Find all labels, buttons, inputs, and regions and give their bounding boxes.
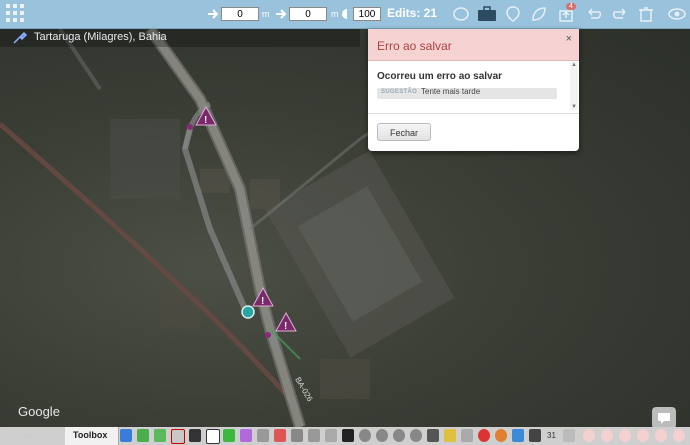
- top-toolbar: m m Edits: 21 4: [0, 0, 690, 29]
- toolbox-label: Toolbox: [73, 430, 108, 440]
- warning-marker[interactable]: !: [275, 311, 297, 332]
- circle-tool-icon[interactable]: [359, 429, 371, 442]
- dialog-scrollbar[interactable]: ▲ ▼: [570, 62, 578, 110]
- dialog-header: Erro ao salvar ×: [368, 29, 579, 61]
- leaf-icon[interactable]: [530, 6, 548, 22]
- search-icon[interactable]: [171, 429, 185, 444]
- unit-1-label: m: [262, 9, 270, 19]
- undo-icon[interactable]: [585, 6, 603, 22]
- shield-icon[interactable]: [240, 429, 252, 442]
- briefcase-icon[interactable]: [477, 6, 497, 22]
- ruler-icon[interactable]: [257, 429, 269, 442]
- speech-bubble-icon: [658, 413, 670, 424]
- dialog-title: Erro ao salvar: [377, 39, 452, 53]
- no-entry-icon[interactable]: [673, 429, 685, 442]
- opacity-icon: [342, 9, 352, 19]
- check-icon[interactable]: [223, 429, 235, 442]
- suggestion-key: SUGESTÃO: [381, 89, 418, 95]
- grid-tool-icon[interactable]: [529, 429, 541, 442]
- error-message: Ocorreu um erro ao salvar: [377, 71, 503, 82]
- orthogonal-icon[interactable]: [410, 429, 422, 442]
- upload-badge: 4: [566, 3, 576, 10]
- redo-icon[interactable]: [611, 6, 629, 22]
- square-icon[interactable]: [206, 429, 220, 444]
- layer-icon[interactable]: [427, 429, 439, 442]
- reflect-icon[interactable]: [393, 429, 405, 442]
- columns-icon[interactable]: [563, 429, 575, 442]
- scissors-icon[interactable]: [189, 429, 201, 442]
- feedback-button[interactable]: [652, 407, 676, 429]
- toolbox-tab[interactable]: Toolbox: [65, 427, 119, 445]
- face-icon[interactable]: [512, 429, 524, 442]
- trash-icon[interactable]: [637, 6, 655, 22]
- unit-2-label: m: [331, 9, 339, 19]
- edits-counter: Edits: 21: [387, 6, 438, 20]
- map-canvas[interactable]: BA-026 ! ! !: [0, 29, 690, 427]
- map-pin-icon[interactable]: [504, 6, 522, 22]
- close-icon[interactable]: ×: [566, 33, 572, 45]
- pin-icon: [13, 31, 28, 44]
- photo-icon[interactable]: [274, 429, 286, 442]
- lock-icon[interactable]: [154, 429, 166, 442]
- pencil-icon[interactable]: [444, 429, 456, 442]
- opacity-input[interactable]: [353, 7, 381, 21]
- no-entry-icon[interactable]: [601, 429, 613, 442]
- eye-icon[interactable]: [667, 6, 687, 22]
- chat-icon[interactable]: [452, 6, 470, 22]
- svg-text:!: !: [284, 321, 287, 332]
- copy-icon[interactable]: [291, 429, 303, 442]
- tool-counter: 31: [547, 431, 556, 440]
- plus-icon[interactable]: [342, 429, 354, 442]
- error-dialog: Erro ao salvar × Ocorreu um erro ao salv…: [368, 29, 579, 151]
- dialog-footer: Fechar: [368, 113, 579, 152]
- target-icon[interactable]: [495, 429, 507, 442]
- grid-menu-icon[interactable]: [6, 4, 26, 24]
- no-entry-icon[interactable]: [583, 429, 595, 442]
- arrow-right-icon: [208, 9, 219, 19]
- stop-icon[interactable]: [478, 429, 490, 442]
- suggestion-text: Tente mais tarde: [421, 87, 481, 96]
- place-bar: Tartaruga (Milagres), Bahia: [0, 29, 360, 47]
- refresh-icon[interactable]: [137, 429, 149, 442]
- distance-1-input[interactable]: [221, 7, 259, 21]
- svg-text:!: !: [204, 115, 207, 126]
- svg-text:!: !: [261, 296, 264, 307]
- distance-2-input[interactable]: [289, 7, 327, 21]
- close-button[interactable]: Fechar: [377, 123, 431, 141]
- cross-icon[interactable]: [461, 429, 473, 442]
- place-name: Tartaruga (Milagres), Bahia: [34, 31, 167, 43]
- merge-icon[interactable]: [308, 429, 320, 442]
- google-logo: Google: [18, 404, 60, 419]
- dialog-body: Ocorreu um erro ao salvar SUGESTÃO Tente…: [368, 60, 579, 113]
- no-entry-icon[interactable]: [619, 429, 631, 442]
- imagery-attribution: Imagery ©201: [17, 432, 62, 439]
- no-entry-icon[interactable]: [655, 429, 667, 442]
- rotate-icon[interactable]: [376, 429, 388, 442]
- map-overlay: BA-026 ! ! !: [0, 29, 455, 427]
- split-icon[interactable]: [325, 429, 337, 442]
- selected-node[interactable]: [241, 305, 255, 319]
- back-arrow-icon[interactable]: [120, 429, 132, 442]
- arrow-right-icon: [276, 9, 287, 19]
- suggestion-box: SUGESTÃO Tente mais tarde: [377, 87, 557, 99]
- no-entry-icon[interactable]: [637, 429, 649, 442]
